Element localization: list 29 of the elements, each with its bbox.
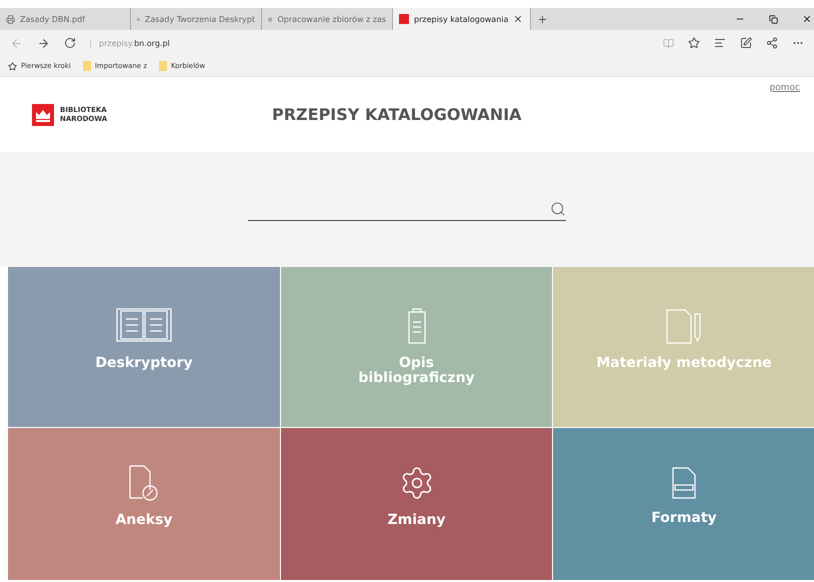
crown-logo-icon [32, 104, 54, 126]
new-tab-icon[interactable] [537, 14, 548, 24]
folder-icon [82, 61, 91, 71]
category-tile[interactable]: Aneksy [8, 428, 280, 580]
forward-icon[interactable] [37, 36, 50, 50]
category-tile[interactable]: Zmiany [281, 428, 552, 580]
refresh-icon[interactable] [64, 37, 76, 49]
document-pen-icon [666, 308, 702, 344]
close-icon[interactable] [802, 14, 812, 24]
restore-icon[interactable] [769, 14, 778, 24]
page-title: PRZEPISY KATALOGOWANIA [272, 105, 522, 124]
address-field[interactable]: przepisy.bn.org.pl [90, 38, 170, 48]
share-icon[interactable] [766, 37, 778, 49]
hub-icon[interactable] [714, 37, 726, 49]
browser-tab[interactable]: przepisy katalogowania [393, 8, 531, 30]
category-tile[interactable]: Deskryptory [8, 267, 280, 427]
format-file-icon [672, 467, 696, 499]
clipboard-icon [408, 308, 426, 344]
search-icon[interactable] [550, 201, 566, 217]
star-icon [8, 62, 17, 70]
close-tab-icon[interactable] [513, 14, 524, 24]
help-link[interactable]: pomoc [770, 83, 800, 93]
folder-icon [159, 61, 168, 71]
note-icon[interactable] [740, 37, 752, 49]
book-icon [116, 308, 172, 344]
site-icon [399, 14, 409, 24]
category-tile[interactable]: Formaty [553, 428, 814, 580]
attachment-document-icon [129, 465, 159, 501]
favorite-icon[interactable] [688, 37, 700, 49]
